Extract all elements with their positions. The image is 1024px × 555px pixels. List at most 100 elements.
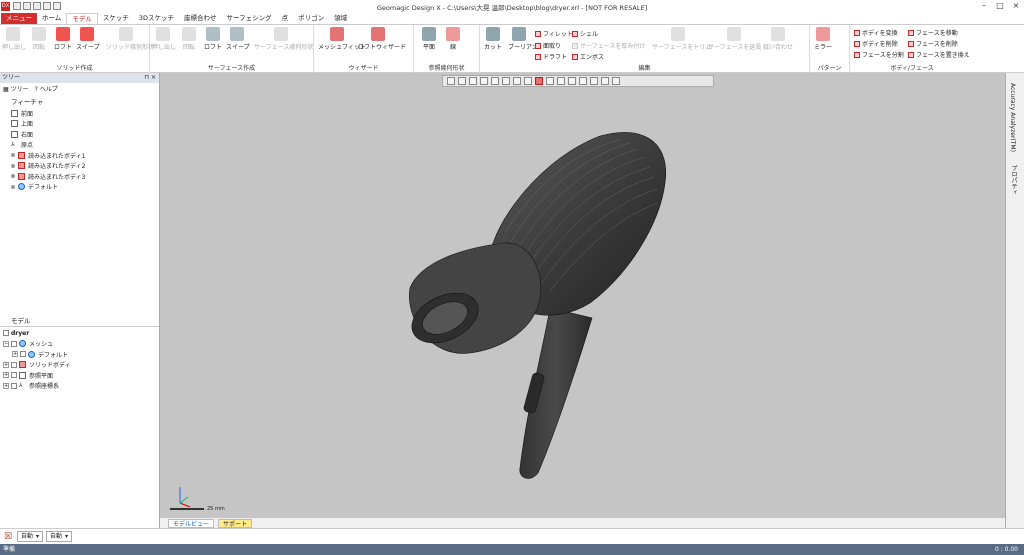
surface-loft-button[interactable]: ロフト <box>202 27 224 51</box>
checkbox[interactable] <box>11 340 17 347</box>
checkbox[interactable] <box>20 351 26 358</box>
group-title-edit: 編集 <box>638 65 651 72</box>
tab-model-view[interactable]: モデルビュー <box>168 518 215 528</box>
loft-icon <box>56 27 70 41</box>
delete-body-button[interactable]: ボディを削除 <box>854 39 898 48</box>
tab-point[interactable]: 点 <box>277 13 294 24</box>
feature-front-plane[interactable]: 前面 <box>11 108 159 119</box>
cut-button[interactable]: カット <box>482 27 504 51</box>
fillet-button[interactable]: フィレット <box>535 29 573 38</box>
shell-button[interactable]: シェル <box>572 29 598 38</box>
plane-icon <box>11 120 18 128</box>
save-icon[interactable] <box>33 2 41 10</box>
plane-icon <box>422 27 436 41</box>
tab-surfacing[interactable]: サーフェシング <box>221 13 276 24</box>
tab-support[interactable]: サポート <box>218 518 253 528</box>
selection-mode-select[interactable]: 自動 ▾ <box>17 531 44 542</box>
model-mesh[interactable]: − メッシュ <box>3 339 159 350</box>
coordinate-icon: ⅄ <box>19 382 26 390</box>
tab-help[interactable]: ? ヘルプ <box>35 84 58 93</box>
visibility-icon[interactable] <box>11 184 15 189</box>
thicken-surface-button[interactable]: サーフェースを厚み付け <box>572 41 645 50</box>
selection-mode2-select[interactable]: 自動 ▾ <box>46 531 73 542</box>
feature-imported-body-1[interactable]: 読み込まれたボディ1 <box>11 150 159 161</box>
feature-right-plane[interactable]: 右面 <box>11 129 159 140</box>
tab-alignment[interactable]: 座標合わせ <box>179 13 222 24</box>
solid-loft-button[interactable]: ロフト <box>52 27 74 51</box>
model-tree-header: モデル <box>11 317 31 325</box>
split-face-button[interactable]: フェースを分割 <box>854 50 904 59</box>
tab-region[interactable]: 領域 <box>329 13 352 24</box>
move-face-button[interactable]: フェースを移動 <box>908 28 958 37</box>
expand-icon[interactable]: + <box>3 372 9 379</box>
boolean-button[interactable]: ブーリアン <box>508 27 538 51</box>
feature-top-plane[interactable]: 上面 <box>11 119 159 130</box>
3d-viewport[interactable]: 25 mm <box>160 73 1005 518</box>
app-logo-icon[interactable]: DX <box>1 1 10 11</box>
expand-icon[interactable]: + <box>12 351 18 358</box>
extend-surface-button[interactable]: サーフェースを延長 <box>708 27 761 51</box>
model-ref-planes[interactable]: + 参照平面 <box>3 370 159 381</box>
mesh-fit-button[interactable]: メッシュフィット <box>318 27 366 51</box>
model-ref-coordinates[interactable]: + ⅄ 参照座標系 <box>3 381 159 392</box>
open-file-icon[interactable] <box>23 2 31 10</box>
maximize-icon[interactable]: □ <box>992 0 1008 12</box>
surface-sweep-button[interactable]: スイープ <box>226 27 250 51</box>
loft-wizard-button[interactable]: ロフトウィザード <box>358 27 406 51</box>
tab-polygon[interactable]: ポリゴン <box>293 13 329 24</box>
emboss-button[interactable]: エンボス <box>572 52 604 61</box>
solid-primitive-button[interactable]: ソリッド幾何形状 <box>106 27 154 51</box>
selection-filter-icon[interactable]: ☒ <box>4 532 14 542</box>
trim-surface-button[interactable]: サーフェースをトリム <box>652 27 711 51</box>
file-menu-tab[interactable]: メニュー <box>1 13 37 24</box>
visibility-icon[interactable] <box>11 174 15 179</box>
tab-model[interactable]: モデル <box>66 13 98 24</box>
model-root-dryer[interactable]: dryer <box>3 328 159 339</box>
collapse-icon[interactable]: − <box>3 340 9 347</box>
checkbox[interactable] <box>11 361 17 368</box>
draft-button[interactable]: ドラフト <box>535 52 567 61</box>
new-file-icon[interactable] <box>13 2 21 10</box>
tab-home[interactable]: ホーム <box>37 13 66 24</box>
tab-properties[interactable]: プロパティ <box>1009 165 1018 195</box>
mirror-button[interactable]: ミラー <box>812 27 834 51</box>
undo-icon[interactable] <box>43 2 51 10</box>
solid-extrude-button[interactable]: 押し出し <box>2 27 26 51</box>
tab-sketch[interactable]: スケッチ <box>98 13 134 24</box>
tab-accuracy-analyzer[interactable]: Accuracy Analyzer(TM) <box>1009 83 1016 152</box>
tab-3d-sketch[interactable]: 3Dスケッチ <box>134 13 179 24</box>
feature-default[interactable]: デフォルト <box>11 182 159 193</box>
visibility-icon[interactable] <box>11 153 15 158</box>
feature-imported-body-2[interactable]: 読み込まれたボディ2 <box>11 161 159 172</box>
delete-face-icon <box>908 40 914 47</box>
expand-icon[interactable]: + <box>3 382 9 389</box>
ref-plane-button[interactable]: 平面 <box>418 27 440 51</box>
minimize-icon[interactable]: – <box>976 0 992 12</box>
surface-revolve-button[interactable]: 回転 <box>178 27 200 51</box>
sew-button[interactable]: 縫い合わせ <box>762 27 794 51</box>
solid-sweep-button[interactable]: スイープ <box>76 27 100 51</box>
checkbox[interactable] <box>11 382 17 389</box>
model-solid-bodies[interactable]: + ソリッドボディ <box>3 360 159 371</box>
checkbox[interactable] <box>11 372 17 379</box>
expand-icon[interactable]: + <box>3 361 9 368</box>
redo-icon[interactable] <box>53 2 61 10</box>
feature-imported-body-3[interactable]: 読み込まれたボディ3 <box>11 171 159 182</box>
model-mesh-default[interactable]: + デフォルト <box>3 349 159 360</box>
visibility-icon[interactable] <box>11 163 15 168</box>
surface-primitive-button[interactable]: サーフェース幾何形状 <box>254 27 313 51</box>
close-icon[interactable]: × <box>1008 0 1024 12</box>
chamfer-button[interactable]: 面取り <box>535 41 561 50</box>
solid-revolve-button[interactable]: 回転 <box>28 27 50 51</box>
surface-extrude-button[interactable]: 押し出し <box>152 27 176 51</box>
feature-origin[interactable]: ⅄ 原点 <box>11 140 159 151</box>
ref-line-button[interactable]: 線 <box>442 27 464 51</box>
extrude-icon <box>156 27 170 41</box>
tab-tree[interactable]: ▦ ツリー <box>3 84 29 93</box>
delete-face-button[interactable]: フェースを削除 <box>908 39 958 48</box>
primitive-icon <box>274 27 288 41</box>
panel-close-icon[interactable]: ⊓ × <box>144 73 156 83</box>
replace-face-button[interactable]: フェースを置き換え <box>908 50 970 59</box>
convert-body-button[interactable]: ボディを変換 <box>854 28 898 37</box>
dryer-model[interactable] <box>160 73 1005 518</box>
